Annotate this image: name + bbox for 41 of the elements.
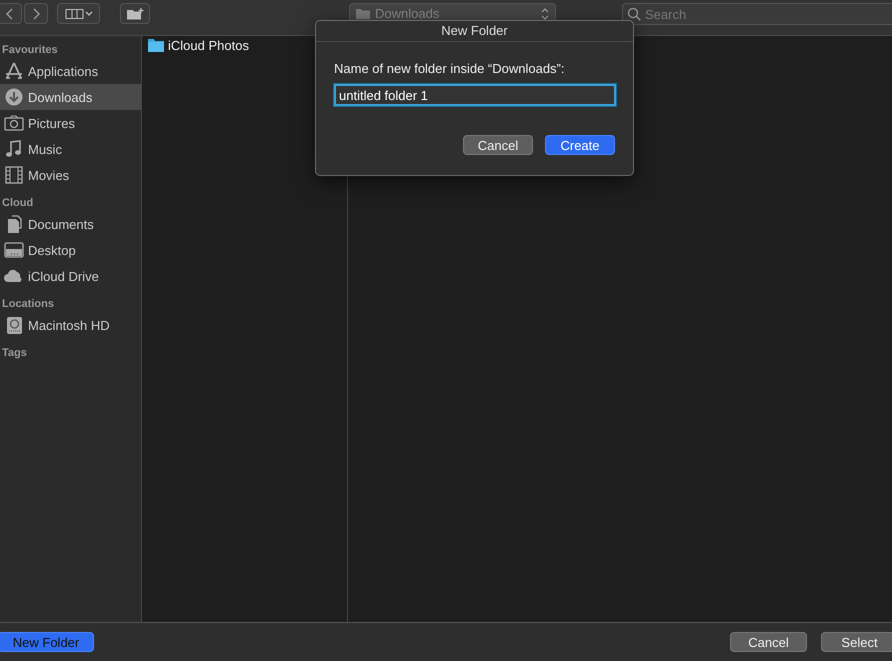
search-icon <box>627 7 641 21</box>
sidebar-item[interactable]: Downloads <box>0 84 141 110</box>
back-button[interactable] <box>0 3 22 24</box>
sidebar-heading: Cloud <box>2 196 34 211</box>
sidebar-item[interactable]: Documents <box>0 211 141 237</box>
prompt-text: Name of new folder inside “Downloads”: <box>334 61 566 76</box>
hard-drive-icon <box>4 316 24 334</box>
sidebar-item[interactable]: Music <box>0 136 141 162</box>
chevron-right-icon <box>31 6 41 20</box>
sidebar-item[interactable]: Desktop <box>0 237 141 263</box>
new-folder-button[interactable]: New Folder <box>0 632 94 652</box>
select-button[interactable]: Select <box>821 632 892 652</box>
apps-icon <box>4 62 24 80</box>
forward-button[interactable] <box>24 3 48 24</box>
sidebar-item[interactable]: Movies <box>0 162 141 188</box>
sidebar-heading: Locations <box>2 297 55 312</box>
dialog-title: New Folder <box>316 21 633 42</box>
sidebar-heading: Tags <box>2 346 28 361</box>
sidebar-item[interactable]: Applications <box>0 58 141 84</box>
sidebar-item[interactable]: Macintosh HD <box>0 312 141 338</box>
chevron-left-icon <box>5 6 15 20</box>
cancel-button[interactable]: Cancel <box>730 632 807 652</box>
folder-plus-icon <box>126 7 144 20</box>
view-button[interactable] <box>57 3 100 24</box>
new-folder-button[interactable] <box>120 3 150 24</box>
folder-name-field[interactable]: untitled folder 1 <box>334 84 616 106</box>
download-icon <box>4 88 24 106</box>
folder-icon <box>148 39 164 52</box>
create-button[interactable]: Create <box>545 135 615 155</box>
updown-icon <box>541 8 549 20</box>
sidebar-item[interactable]: iCloud Drive <box>0 263 141 289</box>
cancel-button[interactable]: Cancel <box>463 135 533 155</box>
sidebar-heading: Favourites <box>2 43 59 58</box>
search-field[interactable]: Search <box>622 3 892 25</box>
desktop-icon <box>4 241 24 259</box>
sidebar-item[interactable]: Pictures <box>0 110 141 136</box>
music-note-icon <box>4 140 24 158</box>
camera-icon <box>4 114 24 132</box>
columns-icon <box>64 8 92 20</box>
film-icon <box>4 166 24 184</box>
cloud-icon <box>4 267 24 285</box>
